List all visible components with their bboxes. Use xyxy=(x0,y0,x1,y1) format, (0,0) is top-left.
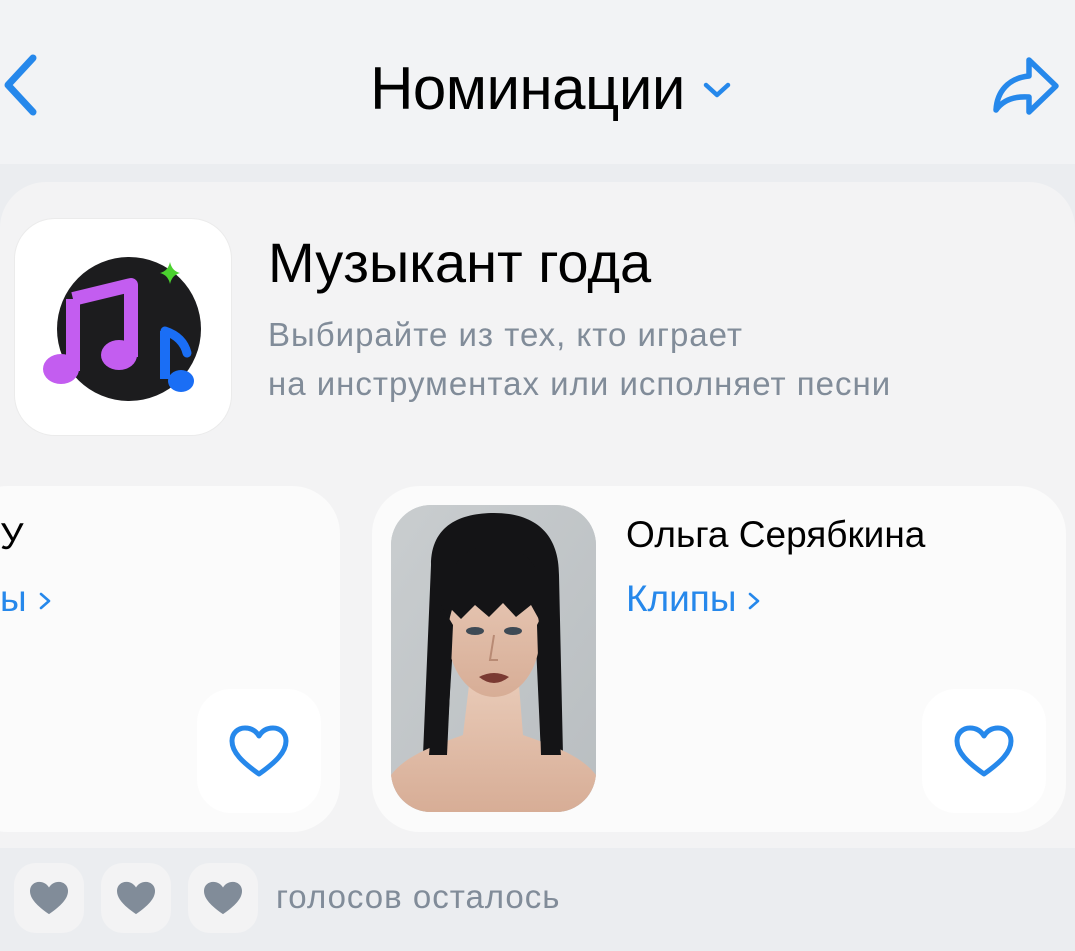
heart-filled-icon xyxy=(117,881,155,915)
portrait-photo xyxy=(391,505,596,812)
candidate-card[interactable]: У ы xyxy=(0,486,340,832)
share-button[interactable] xyxy=(988,54,1064,120)
description-line: Выбирайте из тех, кто играет xyxy=(268,316,744,353)
clips-link-label: ы xyxy=(0,578,27,619)
heart-outline-icon xyxy=(229,725,289,777)
chevron-right-icon xyxy=(39,592,50,610)
vote-heart-button[interactable] xyxy=(922,689,1046,813)
page-title: Номинации xyxy=(370,54,685,122)
chevron-down-icon xyxy=(703,82,731,98)
candidate-name: У xyxy=(0,516,24,557)
nomination-description: Выбирайте из тех, кто играет на инструме… xyxy=(268,310,891,408)
clips-link-label: Клипы xyxy=(626,578,737,619)
heart-filled-icon xyxy=(30,881,68,915)
candidate-clips-link[interactable]: ы xyxy=(0,578,55,620)
description-line: на инструментах или исполняет песни xyxy=(268,365,892,402)
music-notes-icon xyxy=(43,257,201,401)
nomination-title: Музыкант года xyxy=(268,231,652,294)
heart-filled-icon xyxy=(204,881,242,915)
candidate-card[interactable]: Ольга Серябкина Клипы xyxy=(372,486,1066,832)
candidate-clips-link[interactable]: Клипы xyxy=(626,578,764,620)
chevron-right-icon xyxy=(749,592,760,610)
vote-slot xyxy=(188,863,258,933)
vote-slot xyxy=(14,863,84,933)
share-arrow-icon xyxy=(993,57,1059,115)
candidate-name: Ольга Серябкина xyxy=(626,514,926,555)
vote-heart-button[interactable] xyxy=(197,689,321,813)
heart-outline-icon xyxy=(954,725,1014,777)
candidate-photo xyxy=(391,505,596,812)
vote-slot xyxy=(101,863,171,933)
navigation-header: Номинации xyxy=(0,0,1075,164)
nominations-title-dropdown[interactable]: Номинации xyxy=(0,48,1075,128)
nomination-icon-tile xyxy=(15,219,231,435)
votes-remaining-label: голосов осталось xyxy=(276,878,561,915)
